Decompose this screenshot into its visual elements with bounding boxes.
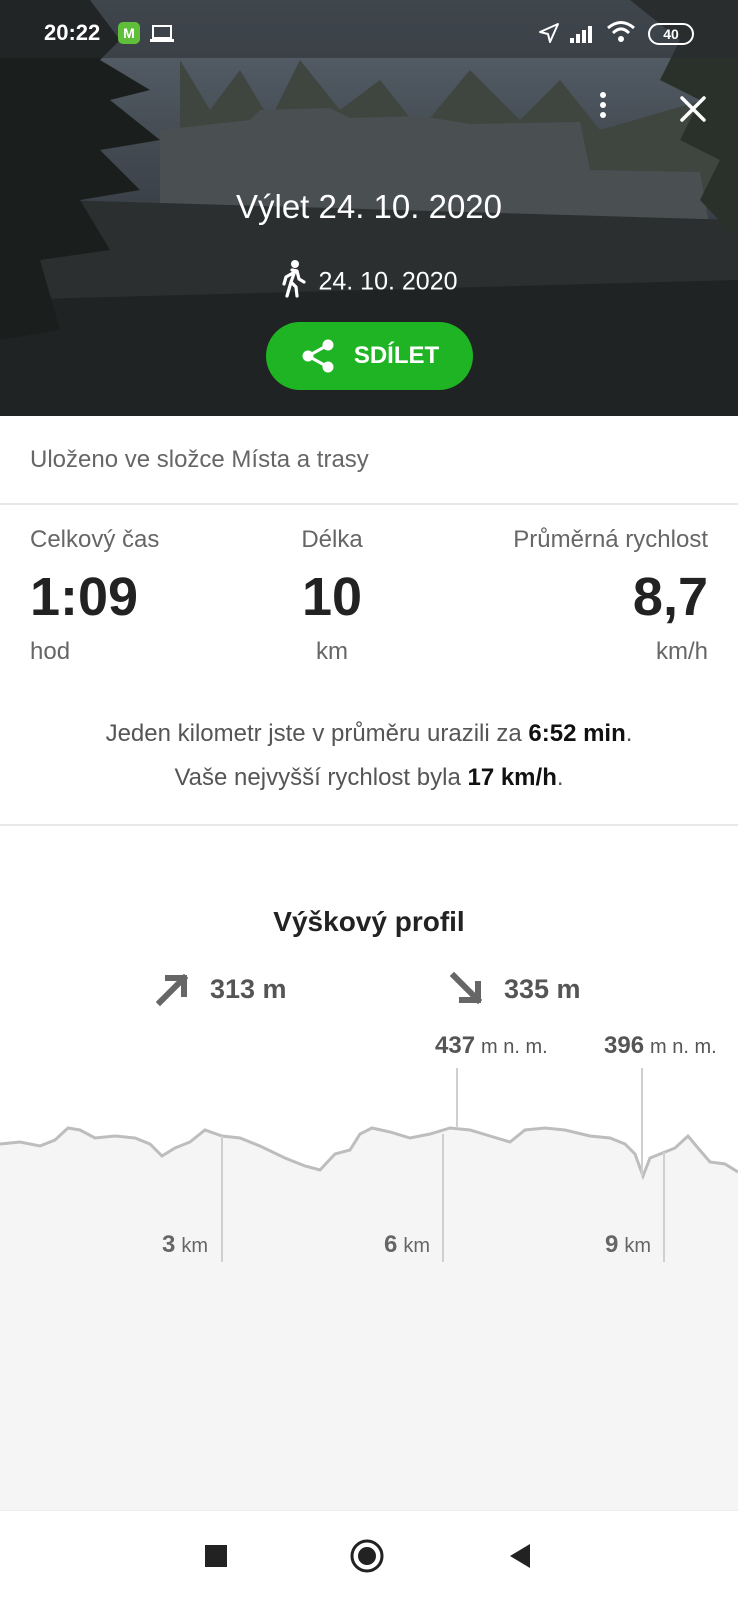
- divider: [0, 503, 738, 505]
- peak-label-1: 437 m n. m.: [435, 1032, 548, 1059]
- trip-date: 24. 10. 2020: [318, 267, 458, 296]
- elevation-area: [0, 1128, 738, 1510]
- stat-label-avg-speed: Průměrná rychlost: [513, 526, 708, 553]
- battery-indicator: 40: [648, 23, 694, 45]
- share-button[interactable]: SDÍLET: [266, 322, 473, 390]
- max-speed-value: 17 km/h: [467, 764, 557, 791]
- recents-square-icon[interactable]: [205, 1545, 227, 1567]
- stat-unit-total-time: hod: [30, 638, 71, 665]
- system-nav-bar: [0, 1510, 738, 1600]
- stat-value-distance: 10: [301, 567, 363, 627]
- km-label-3: 3 km: [162, 1231, 208, 1258]
- status-time: 20:22: [44, 20, 101, 45]
- trip-date-row: 24. 10. 2020: [0, 260, 738, 302]
- stat-unit-distance: km: [316, 638, 348, 665]
- km-label-6: 6 km: [384, 1231, 430, 1258]
- peak-label-2: 396 m n. m.: [604, 1032, 717, 1059]
- arrow-up-right-icon: [156, 973, 189, 1006]
- descent-value: 335 m: [504, 973, 581, 1004]
- total-ascent: 313 m: [156, 972, 287, 1006]
- stat-label-distance: Délka: [301, 526, 363, 553]
- avg-pace-value: 6:52 min: [528, 720, 626, 747]
- elevation-chart[interactable]: 437 m n. m. 396 m n. m. 3 km 6 km 9 km: [0, 1030, 738, 1510]
- status-bar: 20:22 M 40: [0, 0, 738, 58]
- max-speed-summary: Vaše nejvyšší rychlost byla 17 km/h.: [174, 764, 564, 791]
- ascent-value: 313 m: [210, 973, 287, 1004]
- total-descent: 335 m: [450, 972, 581, 1006]
- laptop-icon: [150, 25, 174, 42]
- trip-title: Výlet 24. 10. 2020: [235, 188, 503, 225]
- stat-unit-avg-speed: km/h: [655, 638, 708, 665]
- pace-summary: Jeden kilometr jste v průměru urazili za…: [105, 720, 633, 747]
- share-button-label: SDÍLET: [353, 342, 440, 369]
- stat-value-avg-speed: 8,7: [632, 567, 708, 627]
- back-triangle-icon[interactable]: [508, 1543, 532, 1569]
- more-options-button[interactable]: [594, 88, 612, 128]
- elevation-profile-title: Výškový profil: [273, 906, 465, 937]
- location-arrow-icon: [539, 23, 559, 43]
- stat-label-total-time: Celkový čas: [30, 526, 160, 553]
- app-notification-icon: M: [118, 22, 140, 44]
- home-circle-icon[interactable]: [350, 1539, 384, 1573]
- wifi-icon: [607, 21, 635, 42]
- stat-value-total-time: 1:09: [30, 567, 139, 627]
- close-icon[interactable]: [676, 92, 710, 126]
- km-label-9: 9 km: [605, 1231, 651, 1258]
- arrow-down-right-icon: [450, 972, 483, 1005]
- signal-icon: [570, 26, 592, 43]
- share-icon: [302, 339, 334, 373]
- saved-folder-text[interactable]: Uloženo ve složce Místa a trasy: [30, 446, 369, 474]
- trip-header: 20:22 M 40 Výlet 24. 10. 2020 24. 10. 20…: [0, 0, 738, 416]
- more-vert-icon: [600, 92, 606, 98]
- divider: [0, 824, 738, 826]
- walking-person-icon: [282, 260, 307, 298]
